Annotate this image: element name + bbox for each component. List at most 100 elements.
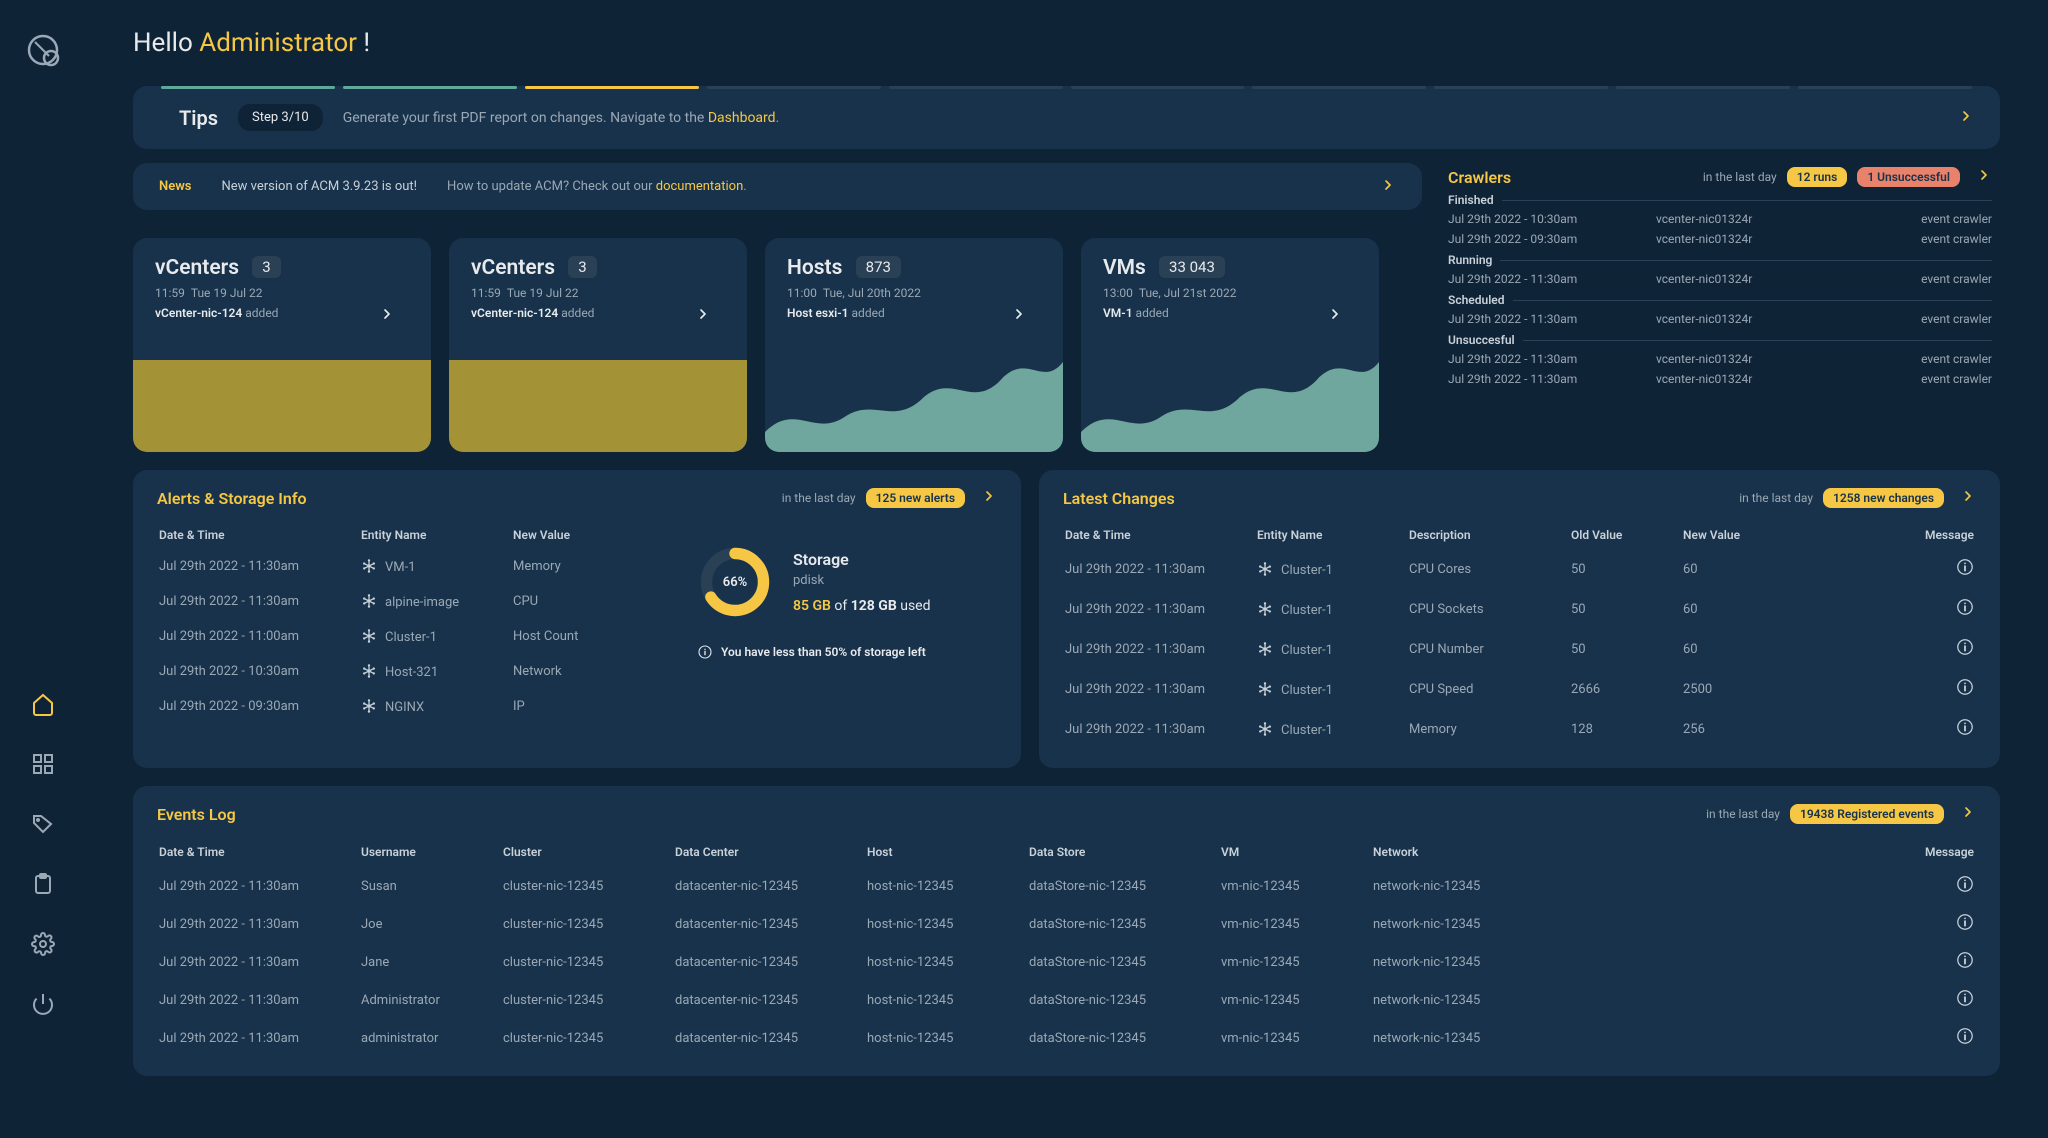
crawler-section-title: Unsuccesful	[1448, 333, 1992, 347]
changes-title: Latest Changes	[1063, 489, 1175, 508]
greeting-suffix: !	[357, 28, 370, 58]
table-row: Jul 29th 2022 - 11:00amCluster-1Host Cou…	[159, 620, 665, 653]
tips-dashboard-link[interactable]: Dashboard	[708, 110, 776, 126]
info-icon[interactable]	[1956, 951, 1974, 969]
th-user: Username	[361, 838, 501, 866]
nav-dashboard-icon[interactable]	[29, 750, 57, 778]
stat-meta: 11:59 Tue 19 Jul 22	[471, 286, 725, 300]
cluster-icon	[361, 593, 377, 609]
stat-count: 3	[252, 256, 280, 278]
info-icon[interactable]	[1956, 598, 1974, 616]
crawlers-panel: Crawlers in the last day 12 runs 1 Unsuc…	[1440, 163, 2000, 452]
info-icon[interactable]	[1956, 913, 1974, 931]
th-net: Network	[1373, 838, 1553, 866]
stat-card[interactable]: VMs 33 043 13:00 Tue, Jul 21st 2022 VM-1…	[1081, 238, 1379, 452]
table-row: Jul 29th 2022 - 11:30amJanecluster-nic-1…	[159, 944, 1974, 980]
table-row: Jul 29th 2022 - 11:30amVM-1Memory	[159, 550, 665, 583]
info-icon	[697, 644, 713, 660]
storage-warning: You have less than 50% of storage left	[697, 644, 997, 660]
news-sub: How to update ACM? Check out our documen…	[447, 179, 747, 194]
crawler-row: Jul 29th 2022 - 11:30amvcenter-nic01324r…	[1448, 269, 1992, 289]
crawlers-runs-badge: 12 runs	[1787, 167, 1848, 187]
events-panel: Events Log in the last day 19438 Registe…	[133, 786, 2000, 1076]
greeting-name: Administrator	[199, 28, 357, 58]
th-value: New Value	[513, 522, 665, 548]
nav-power-icon[interactable]	[29, 990, 57, 1018]
th-vm: VM	[1221, 838, 1371, 866]
info-icon[interactable]	[1956, 718, 1974, 736]
stat-title: VMs	[1103, 256, 1146, 280]
storage-subtitle: pdisk	[793, 573, 931, 588]
nav-icons	[29, 690, 57, 1018]
main-content: Hello Administrator ! Tips Step 3/10 Gen…	[85, 0, 2048, 1138]
stat-event: vCenter-nic-124 added	[471, 306, 725, 320]
table-row: Jul 29th 2022 - 11:30amCluster-1CPU Sock…	[1065, 590, 1974, 628]
progress-step	[1252, 86, 1426, 89]
info-icon[interactable]	[1956, 875, 1974, 893]
table-row: Jul 29th 2022 - 10:30amHost-321Network	[159, 655, 665, 688]
progress-step	[161, 86, 335, 89]
cluster-icon	[361, 698, 377, 714]
nav-tag-icon[interactable]	[29, 810, 57, 838]
crawlers-expand-icon[interactable]	[1970, 167, 1992, 187]
crawler-row: Jul 29th 2022 - 10:30amvcenter-nic01324r…	[1448, 209, 1992, 229]
info-icon[interactable]	[1956, 1027, 1974, 1045]
alerts-expand-icon[interactable]	[975, 488, 997, 508]
greeting-prefix: Hello	[133, 28, 199, 58]
events-expand-icon[interactable]	[1954, 804, 1976, 824]
crawlers-period: in the last day	[1703, 170, 1777, 184]
crawler-row: Jul 29th 2022 - 09:30amvcenter-nic01324r…	[1448, 229, 1992, 249]
cluster-icon	[1257, 601, 1273, 617]
stat-event: vCenter-nic-124 added	[155, 306, 409, 320]
changes-badge: 1258 new changes	[1823, 488, 1944, 508]
th-old: Old Value	[1571, 522, 1681, 548]
news-next-icon[interactable]	[1380, 177, 1396, 197]
stat-card[interactable]: vCenters 3 11:59 Tue 19 Jul 22 vCenter-n…	[449, 238, 747, 452]
tips-step-badge: Step 3/10	[238, 104, 323, 131]
th-datetime: Date & Time	[1065, 522, 1255, 548]
th-msg: Message	[1795, 522, 1974, 548]
changes-period: in the last day	[1739, 491, 1813, 505]
stat-cards: vCenters 3 11:59 Tue 19 Jul 22 vCenter-n…	[133, 238, 1422, 452]
changes-expand-icon[interactable]	[1954, 488, 1976, 508]
nav-home-icon[interactable]	[29, 690, 57, 718]
stat-count: 3	[568, 256, 596, 278]
table-row: Jul 29th 2022 - 11:30amCluster-1CPU Spee…	[1065, 670, 1974, 708]
stat-title: vCenters	[471, 256, 555, 280]
stat-card[interactable]: vCenters 3 11:59 Tue 19 Jul 22 vCenter-n…	[133, 238, 431, 452]
stat-card[interactable]: Hosts 873 11:00 Tue, Jul 20th 2022 Host …	[765, 238, 1063, 452]
app-logo	[23, 30, 63, 70]
nav-clipboard-icon[interactable]	[29, 870, 57, 898]
cluster-icon	[1257, 641, 1273, 657]
table-row: Jul 29th 2022 - 11:30amCluster-1CPU Numb…	[1065, 630, 1974, 668]
progress-step	[889, 86, 1063, 89]
tips-title: Tips	[179, 106, 218, 130]
events-table: Date & Time Username Cluster Data Center…	[157, 836, 1976, 1058]
crawler-section-title: Finished	[1448, 193, 1992, 207]
table-row: Jul 29th 2022 - 11:30amAdministratorclus…	[159, 982, 1974, 1018]
nav-settings-icon[interactable]	[29, 930, 57, 958]
table-row: Jul 29th 2022 - 11:30amadministratorclus…	[159, 1020, 1974, 1056]
tips-next-icon[interactable]	[1958, 108, 1974, 128]
info-icon[interactable]	[1956, 678, 1974, 696]
info-icon[interactable]	[1956, 989, 1974, 1007]
progress-step	[343, 86, 517, 89]
news-text: New version of ACM 3.9.23 is out!	[221, 179, 417, 194]
storage-block: 66% Storage pdisk 85 GB of 128 GB used Y	[697, 520, 997, 725]
crawler-section-title: Scheduled	[1448, 293, 1992, 307]
th-entity: Entity Name	[1257, 522, 1407, 548]
stat-count: 873	[856, 256, 901, 278]
th-entity: Entity Name	[361, 522, 511, 548]
alerts-period: in the last day	[782, 491, 856, 505]
stat-meta: 11:00 Tue, Jul 20th 2022	[787, 286, 1041, 300]
crawler-row: Jul 29th 2022 - 11:30amvcenter-nic01324r…	[1448, 369, 1992, 389]
info-icon[interactable]	[1956, 558, 1974, 576]
news-label: News	[159, 179, 191, 194]
events-title: Events Log	[157, 805, 236, 824]
info-icon[interactable]	[1956, 638, 1974, 656]
progress-step	[1071, 86, 1245, 89]
news-doc-link[interactable]: documentation	[656, 179, 744, 194]
alerts-table: Date & Time Entity Name New Value Jul 29…	[157, 520, 667, 725]
table-row: Jul 29th 2022 - 11:30amJoecluster-nic-12…	[159, 906, 1974, 942]
stat-meta: 13:00 Tue, Jul 21st 2022	[1103, 286, 1357, 300]
